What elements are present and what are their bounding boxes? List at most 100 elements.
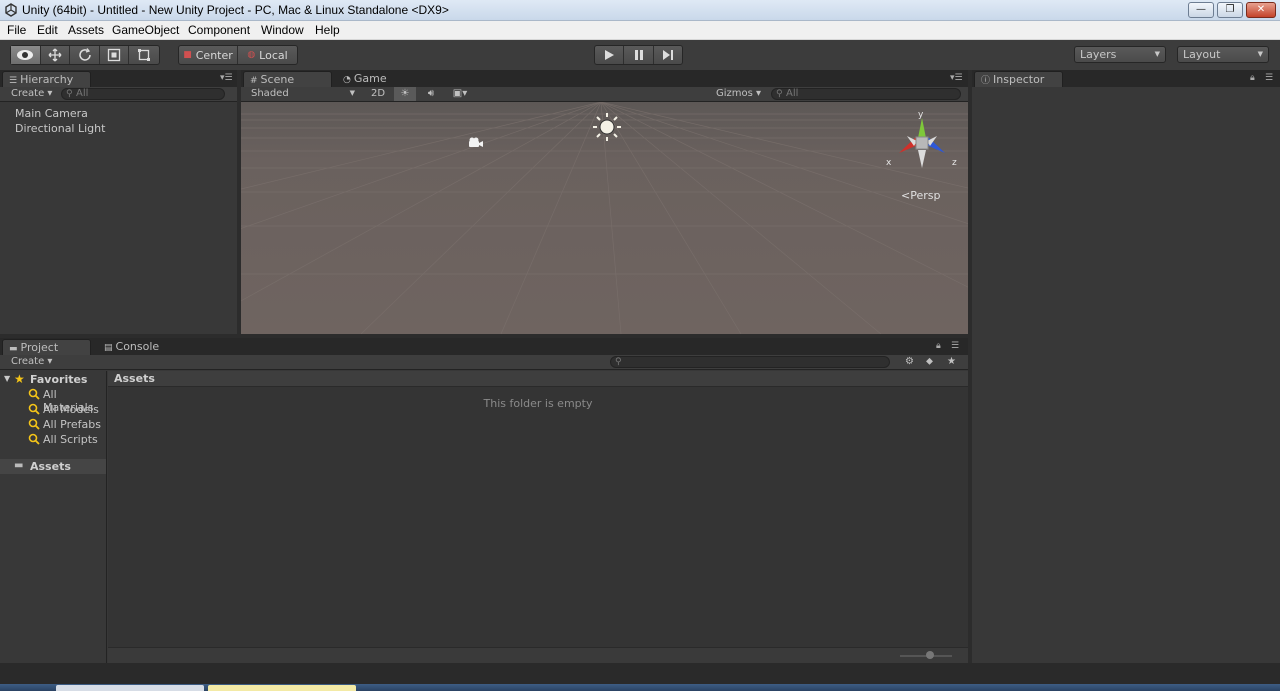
lock-icon[interactable]: 🔒︎ (936, 341, 941, 351)
camera-icon[interactable] (468, 137, 484, 149)
pause-icon (634, 50, 643, 60)
folder-icon: ▬ (9, 344, 18, 354)
panel-menu-icon[interactable]: ☰ (951, 341, 959, 351)
tab-inspector[interactable]: ⓘ Inspector (974, 71, 1063, 87)
menu-help[interactable]: Help (315, 23, 340, 37)
pivot-local-button[interactable]: ◍ Local (238, 46, 297, 64)
menu-window[interactable]: Window (261, 23, 304, 37)
hierarchy-search-placeholder: All (76, 88, 89, 99)
gizmos-label: Gizmos (716, 88, 753, 99)
list-item[interactable]: Main Camera (15, 107, 88, 120)
move-tool-button[interactable] (41, 46, 71, 64)
menu-assets[interactable]: Assets (68, 23, 104, 37)
maximize-button[interactable]: ❐ (1217, 2, 1243, 18)
tab-hierarchy[interactable]: ☰ Hierarchy (2, 71, 91, 87)
sun-icon[interactable] (592, 112, 622, 142)
panel-menu-icon[interactable]: ▾☰ (220, 73, 233, 83)
chevron-down-icon: ▼ (1154, 50, 1160, 58)
pivot-local-icon: ◍ (247, 50, 256, 60)
projection-toggle[interactable]: <Persp (901, 189, 940, 202)
tab-game-label: Game (353, 72, 387, 85)
expand-arrow-icon[interactable]: ▼ (4, 374, 10, 383)
assets-root-label: Assets (30, 460, 71, 473)
layout-label: Layout (1183, 48, 1221, 61)
panel-menu-icon[interactable]: ▾☰ (950, 73, 963, 83)
rect-tool-icon (138, 49, 151, 61)
unity-logo-icon (5, 3, 17, 17)
minimize-button[interactable]: — (1188, 2, 1214, 18)
scene-viewport[interactable]: y x z <Persp (241, 102, 968, 334)
tab-project-label: Project (20, 341, 59, 354)
axis-z-label: z (952, 158, 957, 168)
star-icon: ★ (14, 372, 25, 386)
lighting-toggle-icon[interactable]: ☀ (394, 87, 416, 101)
favorites-item-scripts[interactable]: All Scripts (43, 433, 98, 446)
assets-root-row[interactable]: ▬ Assets (0, 459, 106, 474)
move-arrows-icon (48, 48, 62, 62)
layers-dropdown[interactable]: Layers ▼ (1074, 46, 1166, 63)
gizmos-dropdown[interactable]: Gizmos ▾ (716, 87, 766, 101)
hierarchy-create-dropdown[interactable]: Create ▾ (11, 87, 52, 101)
tab-project[interactable]: ▬ Project (2, 339, 91, 355)
favorite-star-icon[interactable]: ★ (947, 355, 956, 369)
tab-console[interactable]: ▤ Console (98, 339, 178, 355)
lock-icon[interactable]: 🔒︎ (1250, 73, 1255, 83)
view-tool-button[interactable] (11, 46, 41, 64)
tab-game[interactable]: ◔ Game (337, 71, 407, 87)
filter-by-label-icon[interactable]: ⬥ (926, 355, 933, 369)
panel-menu-icon[interactable]: ☰ (1265, 73, 1273, 83)
layers-label: Layers (1080, 48, 1117, 61)
search-icon (28, 403, 40, 415)
project-search-input[interactable]: ⚲ (610, 356, 890, 368)
mode-2d-toggle[interactable]: 2D (367, 87, 389, 101)
project-footer (108, 647, 968, 663)
empty-folder-message: This folder is empty (483, 397, 593, 410)
axis-y-cone (918, 118, 926, 138)
menu-gameobject[interactable]: GameObject (112, 23, 179, 37)
inspector-tabstrip: ⓘ Inspector 🔒︎ ☰ (972, 70, 1280, 87)
close-button[interactable]: ✕ (1246, 2, 1276, 18)
rect-tool-button[interactable] (129, 46, 159, 64)
pause-button[interactable] (624, 46, 654, 64)
assets-header-label[interactable]: Assets (114, 372, 155, 385)
menu-component[interactable]: Component (188, 23, 250, 37)
tab-inspector-label: Inspector (993, 73, 1045, 86)
grid-icon: # (250, 76, 258, 86)
project-folder-tree: ▼ ★ Favorites All Materials All Models A… (0, 371, 107, 663)
favorites-label[interactable]: Favorites (30, 373, 87, 386)
play-button[interactable] (595, 46, 624, 64)
taskbar-item[interactable] (56, 685, 204, 691)
pivot-center-icon: ■ (183, 50, 192, 60)
hierarchy-search-input[interactable]: ⚲ All (61, 88, 225, 100)
status-bar (0, 663, 1280, 684)
menu-edit[interactable]: Edit (37, 23, 58, 37)
scale-tool-button[interactable] (100, 46, 130, 64)
assets-content-area[interactable]: This folder is empty (108, 387, 968, 647)
favorites-item-models[interactable]: All Models (43, 403, 99, 416)
list-icon: ☰ (9, 76, 18, 86)
favorites-item-prefabs[interactable]: All Prefabs (43, 418, 101, 431)
search-icon (28, 388, 40, 400)
icon-size-slider-thumb[interactable] (926, 651, 934, 659)
list-item[interactable]: Directional Light (15, 122, 105, 135)
menu-file[interactable]: File (7, 23, 26, 37)
axis-x-label: x (886, 158, 892, 168)
eye-icon (17, 50, 34, 60)
console-icon: ▤ (104, 343, 113, 353)
os-taskbar (0, 684, 1280, 691)
tab-scene-label: Scene (260, 73, 295, 86)
pivot-center-button[interactable]: ■ Center (179, 46, 239, 64)
orientation-gizmo[interactable]: y x z (881, 106, 966, 176)
step-button[interactable] (654, 46, 682, 64)
effects-dropdown-icon[interactable]: ▣▾ (446, 87, 474, 101)
audio-toggle-icon[interactable]: 🔊︎ (421, 87, 441, 101)
tab-scene[interactable]: # Scene (243, 71, 332, 87)
scene-search-input[interactable]: ⚲ All (771, 88, 961, 100)
project-create-dropdown[interactable]: Create ▾ (11, 355, 52, 369)
search-icon (28, 418, 40, 430)
taskbar-item[interactable] (208, 685, 356, 691)
rotate-tool-button[interactable] (70, 46, 100, 64)
layout-dropdown[interactable]: Layout ▼ (1177, 46, 1269, 63)
filter-by-type-icon[interactable]: ⚙ (905, 355, 914, 369)
shading-dropdown[interactable]: Shaded ▼ (251, 87, 355, 101)
